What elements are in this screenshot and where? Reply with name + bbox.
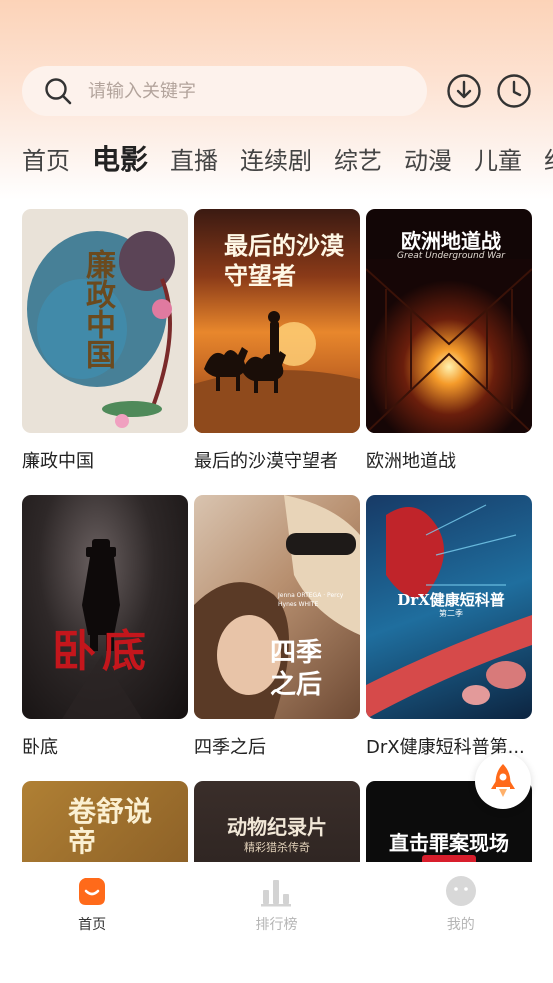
poster-title: DrX健康短科普	[397, 591, 505, 609]
tab-movie[interactable]: 电影	[92, 138, 148, 178]
movie-card[interactable]: 卧底 卧底	[22, 495, 188, 759]
movie-poster[interactable]: 最后的沙漠守望者	[194, 209, 360, 433]
bottom-navigation: 首页 排行榜 我的	[0, 862, 553, 983]
poster-title: 廉政中国	[80, 249, 115, 369]
poster-art	[62, 539, 142, 719]
movie-card[interactable]: 最后的沙漠守望者 最后的沙漠守望者	[194, 209, 360, 473]
home-icon	[79, 878, 106, 905]
nav-label: 首页	[78, 917, 107, 933]
poster-subtitle: 第二季	[439, 609, 463, 618]
poster-title: 欧洲地道战	[401, 229, 501, 253]
poster-title: 直击罪案现场	[389, 831, 509, 855]
tab-anime[interactable]: 动漫	[404, 141, 452, 176]
movie-card[interactable]: 欧洲地道战 Great Underground War 欧洲地道战	[366, 209, 532, 473]
movie-title: 最后的沙漠守望者	[194, 451, 338, 472]
back-to-top-button[interactable]	[475, 753, 531, 809]
poster-subtitle: Great Underground War	[397, 251, 505, 261]
movie-poster[interactable]: 欧洲地道战 Great Underground War	[366, 209, 532, 433]
movie-title: 廉政中国	[22, 451, 94, 472]
search-input[interactable]	[88, 80, 388, 102]
poster-title: 卷舒说帝	[68, 795, 153, 858]
movie-poster[interactable]: 卧底	[22, 495, 188, 719]
tab-variety[interactable]: 综艺	[334, 141, 382, 176]
poster-subtitle: Jenna ORTEGA · Percy Hynes WHITE	[278, 592, 344, 608]
profile-icon	[445, 876, 476, 906]
nav-label: 我的	[446, 917, 475, 933]
movie-card[interactable]: DrX健康短科普 第二季 DrX健康短科普第...	[366, 495, 532, 759]
tab-kids[interactable]: 儿童	[474, 141, 522, 176]
poster-title: 四季之后	[270, 638, 323, 700]
tab-series[interactable]: 连续剧	[240, 141, 312, 176]
search-box[interactable]	[22, 66, 427, 116]
poster-title: 动物纪录片	[227, 815, 327, 839]
rocket-icon	[491, 764, 515, 797]
history-icon[interactable]	[496, 73, 532, 109]
movie-title: 卧底	[22, 737, 58, 758]
nav-ranking[interactable]: 排行榜	[184, 862, 368, 983]
nav-profile[interactable]: 我的	[369, 862, 553, 983]
movie-title: 欧洲地道战	[366, 451, 456, 472]
movie-card[interactable]: 廉政中国 廉政中国	[22, 209, 188, 473]
chart-icon	[261, 880, 292, 907]
poster-title: 卧底	[52, 626, 152, 677]
poster-subtitle: 精彩猎杀传奇	[244, 841, 310, 854]
movie-poster[interactable]: DrX健康短科普 第二季	[366, 495, 532, 719]
nav-home[interactable]: 首页	[0, 862, 184, 983]
tab-documentary[interactable]: 纪	[544, 141, 553, 176]
search-icon	[45, 78, 72, 105]
movie-poster[interactable]: 廉政中国	[22, 209, 188, 433]
download-icon[interactable]	[446, 73, 482, 109]
tab-home[interactable]: 首页	[22, 141, 70, 176]
movie-card[interactable]: 四季之后 Jenna ORTEGA · Percy Hynes WHITE 四季…	[194, 495, 360, 759]
nav-label: 排行榜	[255, 917, 298, 933]
tab-live[interactable]: 直播	[170, 141, 218, 176]
category-tabs: 首页 电影 直播 连续剧 综艺 动漫 儿童 纪	[22, 136, 553, 180]
movie-title: 四季之后	[194, 737, 266, 758]
search-row	[22, 66, 534, 116]
poster-title: 最后的沙漠守望者	[224, 231, 344, 290]
movie-poster[interactable]: 四季之后 Jenna ORTEGA · Percy Hynes WHITE	[194, 495, 360, 719]
